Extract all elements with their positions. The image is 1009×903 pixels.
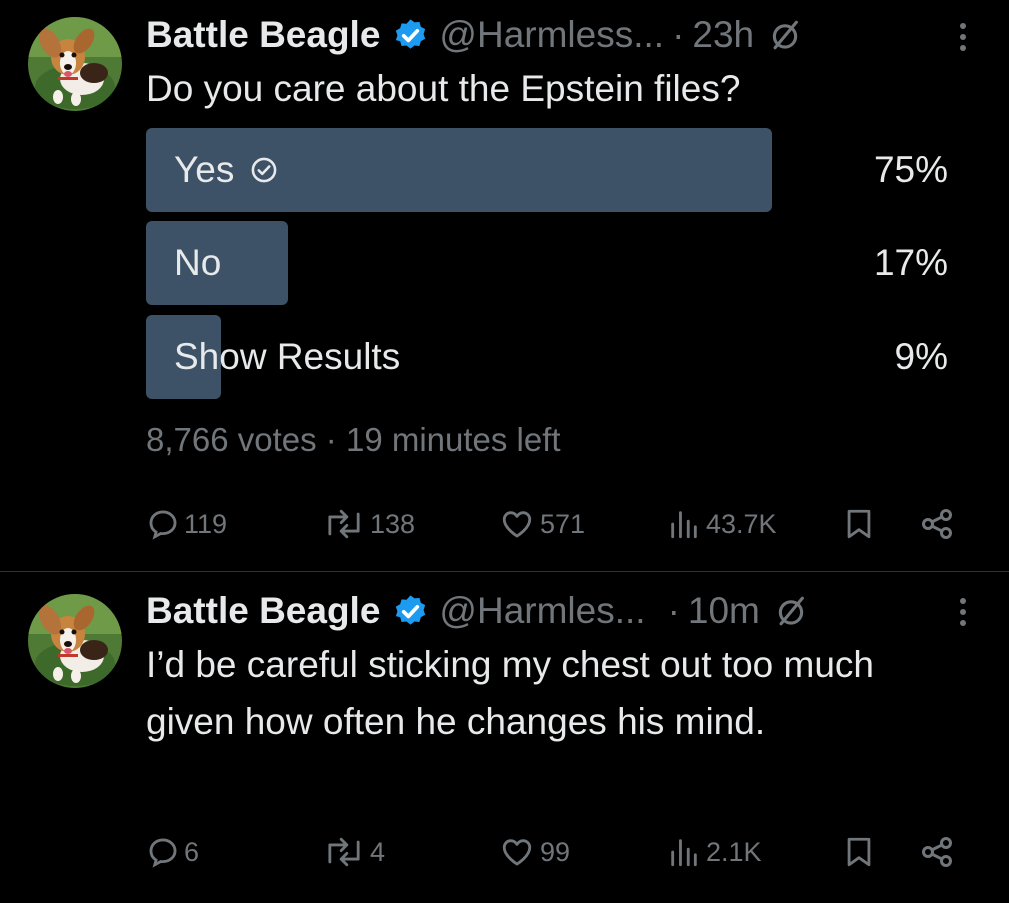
timestamp[interactable]: 23h — [692, 10, 754, 60]
repost-button[interactable]: 4 — [322, 827, 385, 877]
poll-option-text: No — [174, 242, 222, 283]
tweet[interactable]: Battle Beagle @Harmless... · 23h Do you … — [0, 0, 1009, 571]
reply-icon — [149, 838, 177, 868]
timestamp[interactable]: 10m — [688, 586, 760, 636]
tweet-header: Battle Beagle @Harmless... · 23h — [146, 10, 802, 60]
share-icon — [922, 509, 952, 539]
repost-button[interactable]: 138 — [322, 499, 415, 549]
display-name[interactable]: Battle Beagle — [146, 10, 380, 60]
like-button[interactable]: 99 — [498, 827, 570, 877]
repost-count: 138 — [370, 508, 416, 539]
more-options-icon[interactable] — [948, 17, 978, 57]
poll-time-left: 19 minutes left — [345, 421, 561, 458]
poll-option-label: Show Results — [174, 315, 400, 399]
action-bar: 119 138 571 43.7K — [146, 499, 966, 549]
reply-count: 6 — [184, 836, 200, 867]
like-count: 571 — [540, 508, 586, 539]
views-button[interactable]: 2.1K — [666, 827, 762, 877]
views-button[interactable]: 43.7K — [666, 499, 777, 549]
views-icon — [671, 511, 697, 539]
reply-button[interactable]: 6 — [146, 827, 199, 877]
action-bar: 6 4 99 2.1K — [146, 827, 966, 877]
tweet-header: Battle Beagle @Harmles... · 10m — [146, 586, 808, 636]
poll-option-text: Show Results — [174, 336, 401, 377]
bookmark-button[interactable] — [842, 827, 876, 877]
reply-button[interactable]: 119 — [146, 499, 227, 549]
poll-option-no[interactable]: No 17% — [146, 221, 950, 305]
grok-icon[interactable] — [768, 18, 802, 52]
separator-dot: · — [672, 14, 685, 55]
views-count: 2.1K — [706, 836, 762, 867]
display-name[interactable]: Battle Beagle — [146, 586, 380, 636]
views-count: 43.7K — [706, 508, 777, 539]
separator-dot: · — [325, 421, 337, 458]
verified-badge-icon[interactable] — [392, 17, 429, 54]
bookmark-button[interactable] — [842, 499, 876, 549]
share-button[interactable] — [918, 499, 956, 549]
verified-badge-icon[interactable] — [392, 593, 429, 630]
grok-icon[interactable] — [774, 594, 808, 628]
tweet-text: I’d be careful sticking my chest out too… — [146, 644, 875, 742]
heart-icon — [502, 511, 532, 538]
poll-percent: 17% — [873, 242, 948, 283]
beagle-avatar-icon — [28, 594, 122, 688]
handle[interactable]: @Harmless... — [439, 10, 664, 60]
more-options-icon[interactable] — [948, 592, 978, 632]
repost-count: 4 — [370, 836, 386, 867]
poll-option-yes[interactable]: Yes 75% — [146, 128, 950, 212]
repost-icon — [328, 509, 360, 539]
poll-vote-count: 8,766 votes — [146, 421, 317, 458]
separator-dot: · — [667, 590, 680, 631]
views-icon — [671, 839, 697, 867]
reply-icon — [149, 510, 177, 540]
tweet[interactable]: Battle Beagle @Harmles... · 10m I’d be c… — [0, 572, 1009, 903]
bookmark-icon — [847, 837, 871, 867]
heart-icon — [502, 839, 532, 866]
like-button[interactable]: 571 — [498, 499, 585, 549]
avatar[interactable] — [28, 594, 122, 688]
reply-count: 119 — [184, 508, 228, 539]
share-icon — [922, 837, 952, 867]
tweet-text: Do you care about the Epstein files? — [146, 68, 741, 109]
poll-option-label: No — [174, 221, 221, 305]
poll-option-label: Yes — [174, 128, 278, 212]
bookmark-icon — [847, 509, 871, 539]
repost-icon — [328, 837, 360, 867]
share-button[interactable] — [918, 827, 956, 877]
poll-percent: 75% — [873, 149, 948, 190]
handle[interactable]: @Harmles... — [439, 586, 645, 636]
beagle-avatar-icon — [28, 17, 122, 111]
poll-option-show-results[interactable]: Show Results 9% — [146, 315, 950, 399]
poll-meta: 8,766 votes · 19 minutes left — [146, 418, 561, 462]
poll-option-text: Yes — [174, 149, 235, 190]
poll-percent: 9% — [894, 336, 948, 377]
avatar[interactable] — [28, 17, 122, 111]
like-count: 99 — [540, 836, 571, 867]
check-circle-icon — [252, 157, 277, 183]
